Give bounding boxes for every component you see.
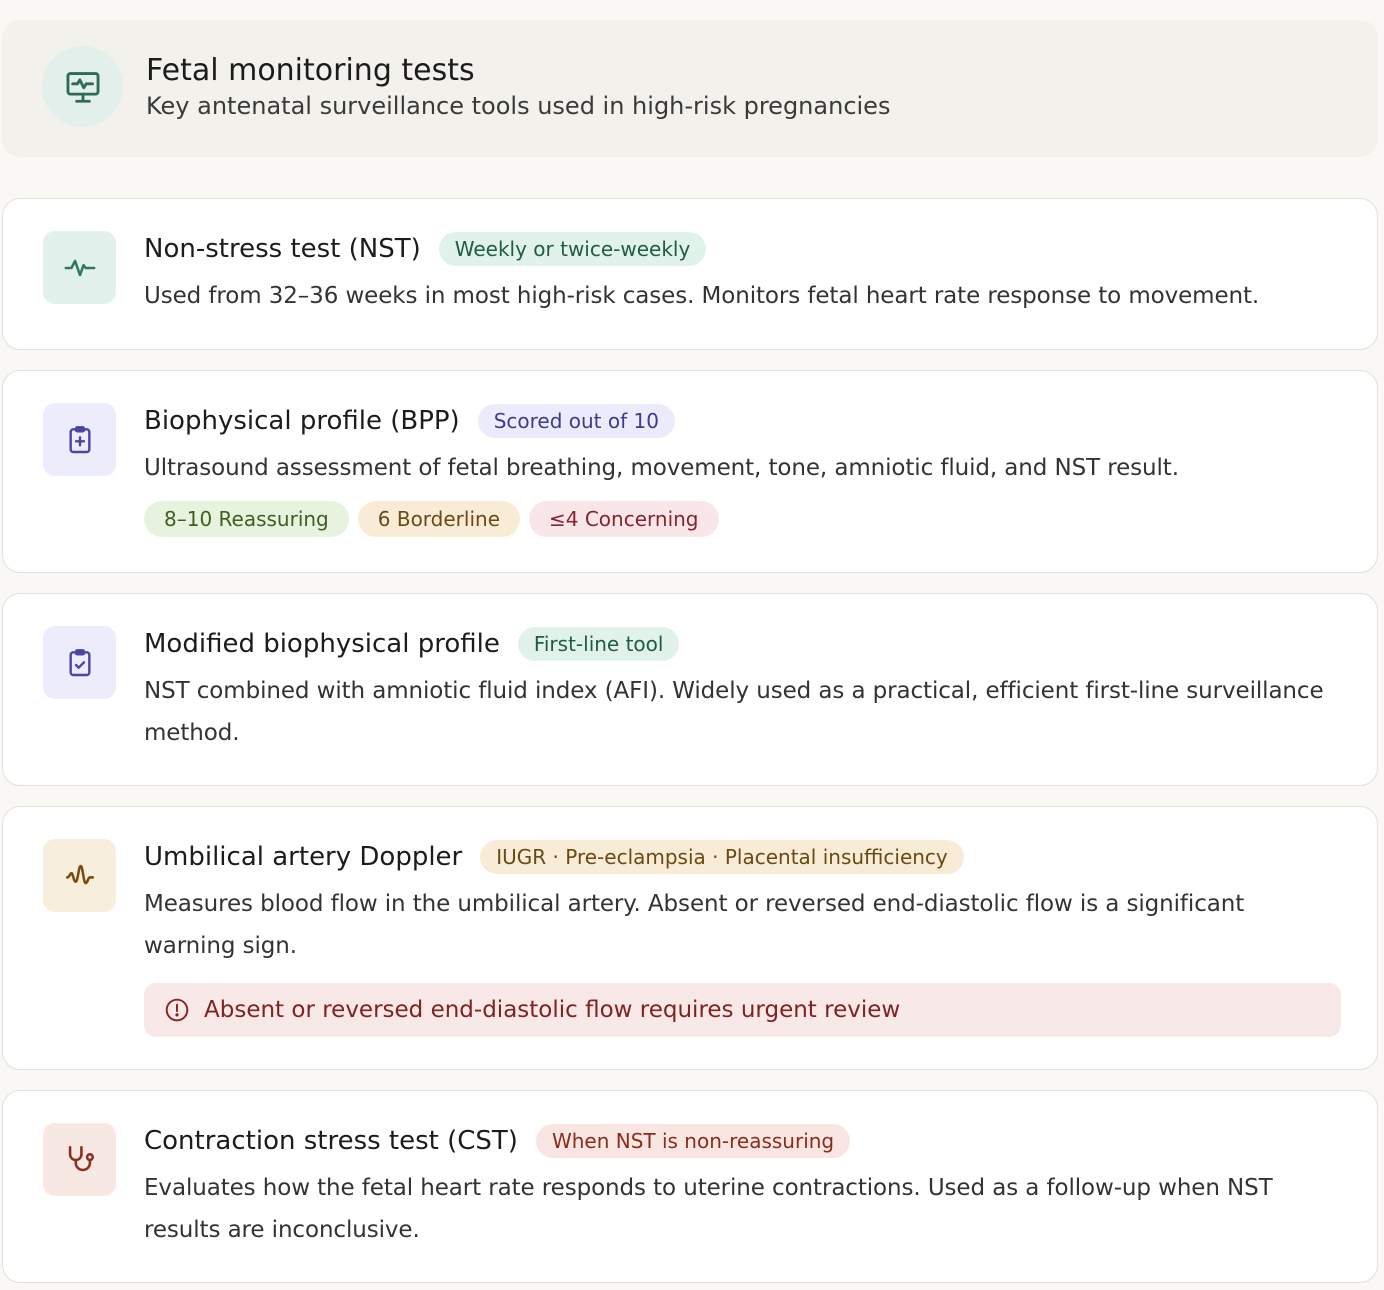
frequency-tag: Weekly or twice-weekly	[438, 232, 707, 266]
indications-tag: IUGR · Pre-eclampsia · Placental insuffi…	[480, 840, 964, 874]
clipboard-plus-icon	[43, 403, 116, 476]
test-description: Ultrasound assessment of fetal breathing…	[144, 455, 1179, 481]
test-card-doppler: Umbilical artery Doppler IUGR · Pre-ecla…	[2, 806, 1378, 1070]
test-card-cst: Contraction stress test (CST) When NST i…	[2, 1090, 1378, 1283]
page-header: Fetal monitoring tests Key antenatal sur…	[2, 20, 1378, 157]
score-borderline-badge: 6 Borderline	[357, 501, 520, 537]
test-title: Modified biophysical profile	[144, 629, 500, 659]
first-line-tag: First-line tool	[517, 627, 680, 661]
stethoscope-icon	[43, 1123, 116, 1196]
clipboard-check-icon	[43, 626, 116, 699]
test-title: Biophysical profile (BPP)	[144, 406, 460, 436]
test-card-modified-bpp: Modified biophysical profile First-line …	[2, 593, 1378, 786]
waveform-icon	[43, 839, 116, 912]
test-description: Evaluates how the fetal heart rate respo…	[144, 1175, 1273, 1243]
scoring-tag: Scored out of 10	[477, 404, 675, 438]
test-title: Non-stress test (NST)	[144, 234, 421, 264]
activity-pulse-icon	[43, 231, 116, 304]
test-title: Contraction stress test (CST)	[144, 1126, 518, 1156]
test-description: Measures blood flow in the umbilical art…	[144, 891, 1245, 959]
score-legend: 8–10 Reassuring 6 Borderline ≤4 Concerni…	[144, 501, 1341, 537]
alert-circle-icon	[165, 998, 189, 1022]
test-description: Used from 32–36 weeks in most high-risk …	[144, 283, 1260, 309]
condition-tag: When NST is non-reassuring	[535, 1124, 851, 1158]
test-description: NST combined with amniotic fluid index (…	[144, 678, 1324, 746]
score-concerning-badge: ≤4 Concerning	[529, 501, 719, 537]
score-reassuring-badge: 8–10 Reassuring	[144, 501, 349, 537]
test-card-bpp: Biophysical profile (BPP) Scored out of …	[2, 370, 1378, 573]
urgent-alert: Absent or reversed end-diastolic flow re…	[144, 983, 1341, 1037]
alert-text: Absent or reversed end-diastolic flow re…	[204, 997, 901, 1023]
test-card-nst: Non-stress test (NST) Weekly or twice-we…	[2, 198, 1378, 350]
test-title: Umbilical artery Doppler	[144, 842, 463, 872]
monitor-heart-icon	[42, 46, 123, 127]
page-title: Fetal monitoring tests	[146, 53, 475, 88]
page-subtitle: Key antenatal surveillance tools used in…	[146, 92, 891, 120]
